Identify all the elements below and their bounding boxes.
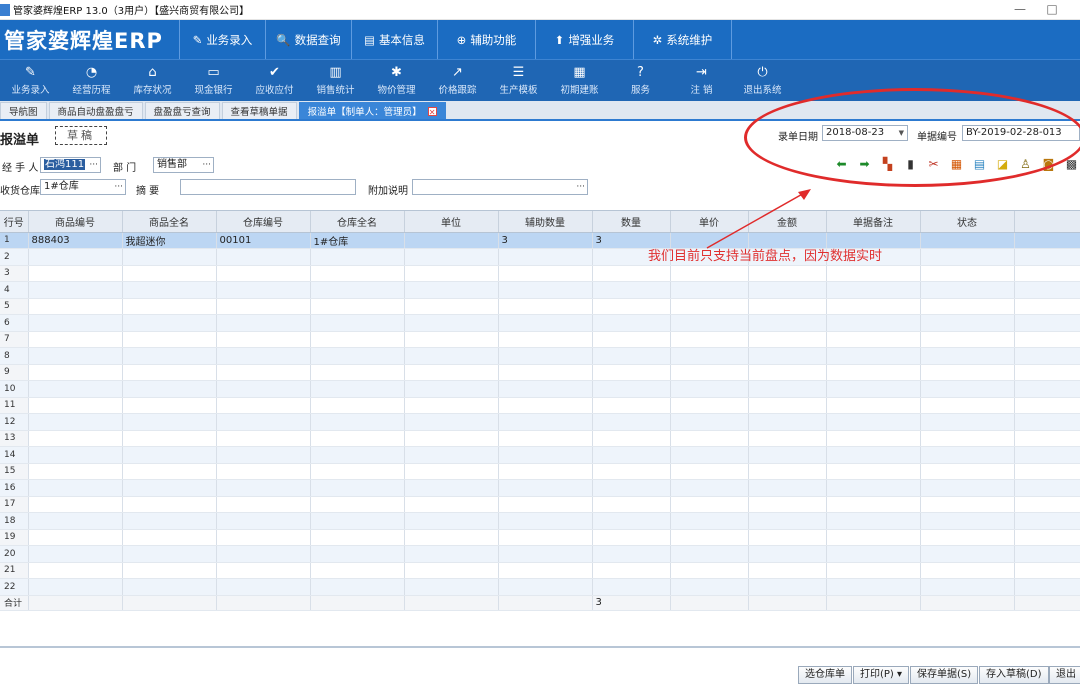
- select-warehouse-button[interactable]: 选仓库单: [798, 666, 852, 684]
- annotation-arrow: [706, 189, 811, 249]
- save-draft-button[interactable]: 存入草稿(D): [979, 666, 1049, 684]
- exit-button[interactable]: 退出: [1049, 666, 1080, 684]
- annotation-text: 我们目前只支持当前盘点，因为数据实时: [648, 249, 883, 264]
- print-button[interactable]: 打印(P) ▾: [853, 666, 910, 684]
- save-button[interactable]: 保存单据(S): [910, 666, 979, 684]
- bottom-action-bar: 选仓库单 打印(P) ▾ 保存单据(S) 存入草稿(D) 退出: [0, 646, 1080, 691]
